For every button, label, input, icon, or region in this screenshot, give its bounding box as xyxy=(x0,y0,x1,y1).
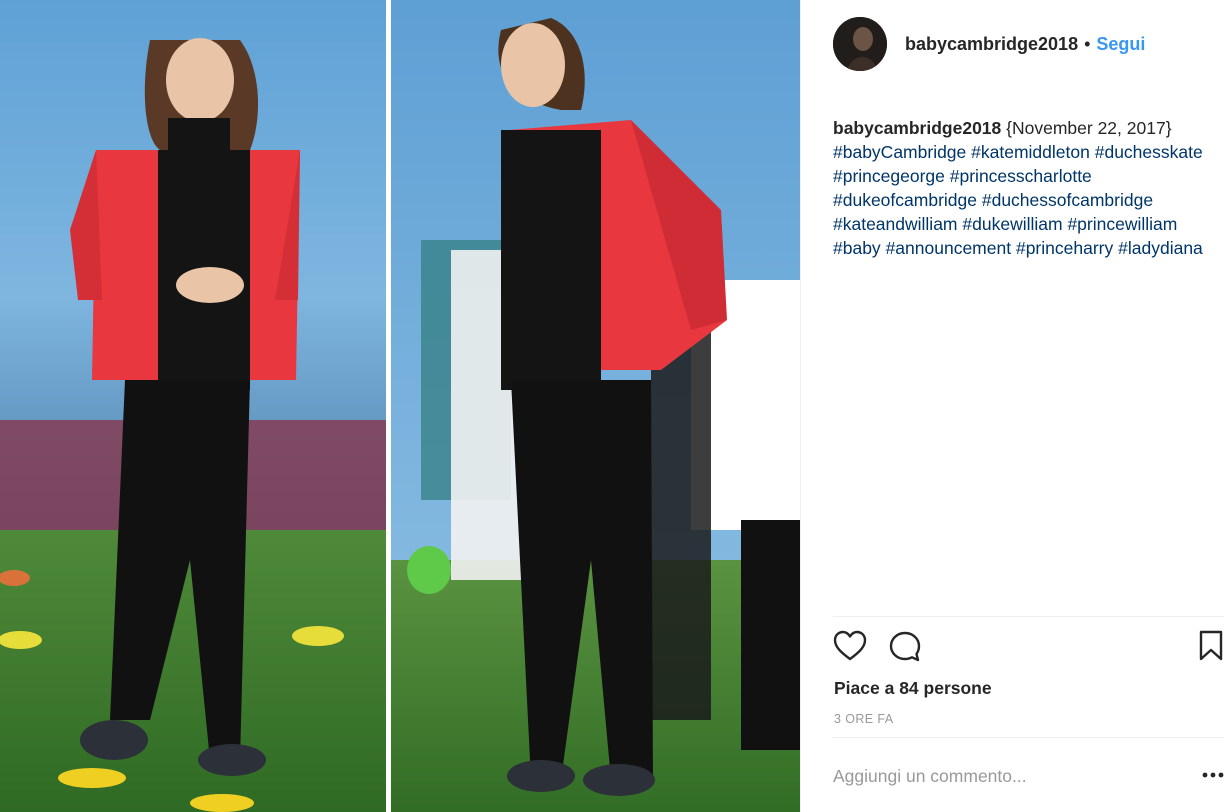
heart-icon[interactable] xyxy=(833,630,867,667)
divider xyxy=(833,737,1224,738)
hashtag-link[interactable]: #baby xyxy=(833,238,881,258)
post-timestamp[interactable]: 3 ORE FA xyxy=(834,712,893,726)
hashtag-link[interactable]: #princewilliam xyxy=(1067,214,1177,234)
hashtag-link[interactable]: #announcement xyxy=(886,238,1012,258)
hashtag-link[interactable]: #princesscharlotte xyxy=(950,166,1092,186)
caption-text: {November 22, 2017} #babyCambridge #kate… xyxy=(833,118,1203,258)
hashtag-link[interactable]: #ladydiana xyxy=(1118,238,1203,258)
hashtag-link[interactable]: #princeharry xyxy=(1016,238,1113,258)
comment-input[interactable] xyxy=(833,762,1183,790)
hashtag-link[interactable]: #duchesskate xyxy=(1095,142,1203,162)
hashtag-link[interactable]: #dukeofcambridge xyxy=(833,190,977,210)
post-photo-right xyxy=(391,0,800,812)
hashtag-link[interactable]: #babyCambridge xyxy=(833,142,966,162)
comment-bubble-icon[interactable] xyxy=(888,630,922,669)
follow-button[interactable]: Segui xyxy=(1096,34,1145,55)
post-side-panel: babycambridge2018 • Segui babycambridge2… xyxy=(800,0,1224,812)
likes-count[interactable]: Piace a 84 persone xyxy=(834,678,992,699)
divider xyxy=(833,616,1224,617)
bookmark-icon[interactable] xyxy=(1199,630,1223,667)
hashtag-link[interactable]: #duchessofcambridge xyxy=(982,190,1153,210)
avatar[interactable] xyxy=(833,17,887,71)
post-header: babycambridge2018 • Segui xyxy=(833,16,1145,72)
post-caption: babycambridge2018 {November 22, 2017} #b… xyxy=(833,116,1213,260)
hashtag-link[interactable]: #dukewilliam xyxy=(962,214,1062,234)
more-options-icon[interactable] xyxy=(1201,766,1224,784)
caption-username[interactable]: babycambridge2018 xyxy=(833,118,1001,138)
header-separator: • xyxy=(1084,33,1091,54)
post-media[interactable] xyxy=(0,0,800,812)
hashtag-link[interactable]: #kateandwilliam xyxy=(833,214,958,234)
caption-text-segment: {November 22, 2017} xyxy=(1001,118,1172,138)
hashtag-link[interactable]: #katemiddleton xyxy=(971,142,1090,162)
hashtag-link[interactable]: #princegeorge xyxy=(833,166,945,186)
action-bar xyxy=(833,630,1223,669)
username-link[interactable]: babycambridge2018 xyxy=(905,34,1078,55)
post-photo-left xyxy=(0,0,386,812)
